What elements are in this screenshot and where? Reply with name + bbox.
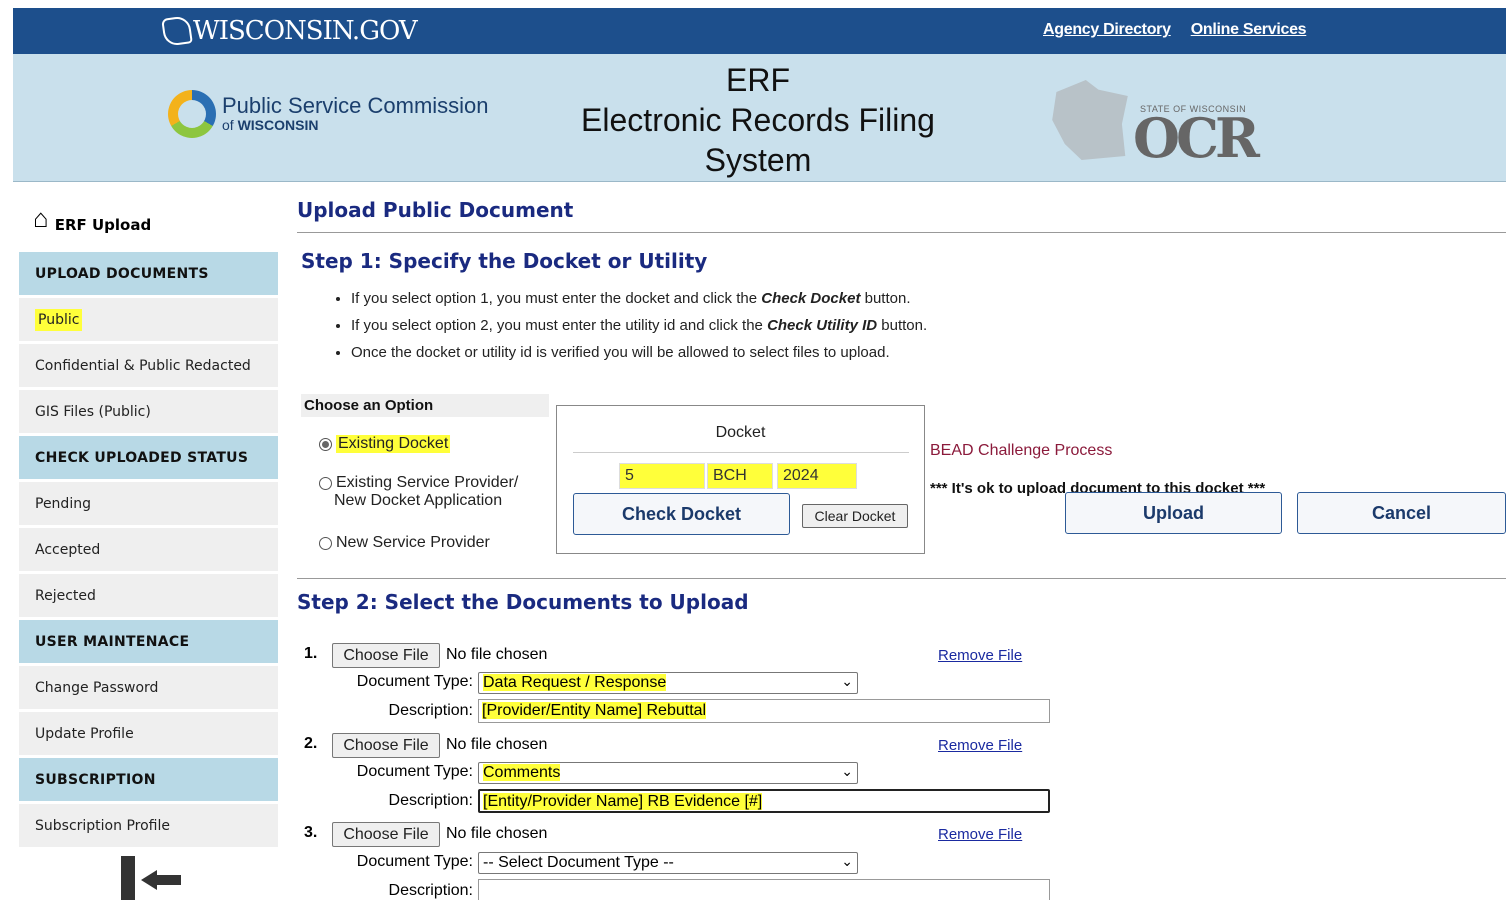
choose-file-button[interactable]: Choose File [332, 733, 440, 758]
document-type-label: Document Type: [356, 763, 473, 780]
document-type-select[interactable]: Comments ⌄ [478, 762, 858, 784]
wisconsin-state-icon [161, 15, 193, 47]
logout-button[interactable] [121, 856, 181, 900]
file-status: No file chosen [446, 736, 548, 753]
divider [297, 578, 1506, 579]
docket-label: Docket [715, 424, 766, 441]
sidebar-header-user: USER MAINTENACE [19, 620, 278, 663]
choose-file-button[interactable]: Choose File [332, 822, 440, 847]
file-number: 1. [304, 645, 318, 662]
sidebar-item-accepted[interactable]: Accepted [19, 528, 278, 571]
sidebar-header-subscription: SUBSCRIPTION [19, 758, 278, 801]
instruction-item: If you select option 1, you must enter t… [351, 290, 927, 317]
main-content: Upload Public Document Step 1: Specify t… [297, 0, 1506, 900]
radio-label: Existing Service Provider/ [336, 474, 519, 491]
description-label: Description: [388, 792, 473, 809]
instruction-item: If you select option 2, you must enter t… [351, 317, 927, 344]
sidebar-item-rejected[interactable]: Rejected [19, 574, 278, 617]
home-icon: ⌂ [33, 203, 49, 233]
sidebar-item-gis[interactable]: GIS Files (Public) [19, 390, 278, 433]
page-title: Upload Public Document [297, 198, 574, 222]
description-input[interactable]: [Provider/Entity Name] Rebuttal [478, 699, 1050, 723]
remove-file-link[interactable]: Remove File [938, 737, 1022, 754]
home-label: ERF Upload [54, 216, 152, 234]
upload-button[interactable]: Upload [1065, 492, 1282, 534]
chevron-down-icon: ⌄ [841, 673, 853, 689]
remove-file-link[interactable]: Remove File [938, 826, 1022, 843]
description-label: Description: [388, 882, 473, 899]
file-status: No file chosen [446, 825, 548, 842]
choose-option-heading: Choose an Option [301, 394, 549, 417]
document-type-label: Document Type: [356, 673, 473, 690]
psc-of: of [222, 117, 234, 133]
clear-docket-button[interactable]: Clear Docket [802, 504, 908, 528]
description-input[interactable] [478, 879, 1050, 900]
radio-icon [319, 477, 332, 490]
divider [297, 232, 1506, 233]
psc-swirl-icon [168, 90, 216, 138]
radio-selected-icon [319, 438, 332, 451]
docket-part1-input[interactable]: 5 [619, 463, 705, 489]
sidebar-item-confidential[interactable]: Confidential & Public Redacted [19, 344, 278, 387]
sidebar-item-update-profile[interactable]: Update Profile [19, 712, 278, 755]
docket-part2-input[interactable]: BCH [707, 463, 773, 489]
radio-label-line2: New Docket Application [334, 492, 503, 509]
sidebar-header-status: CHECK UPLOADED STATUS [19, 436, 278, 479]
check-docket-button[interactable]: Check Docket [573, 493, 790, 535]
sidebar-item-change-password[interactable]: Change Password [19, 666, 278, 709]
logout-icon [121, 856, 135, 900]
step2-title: Step 2: Select the Documents to Upload [297, 590, 749, 614]
file-status: No file chosen [446, 646, 548, 663]
radio-label: Existing Docket [336, 435, 451, 453]
sidebar-item-subscription-profile[interactable]: Subscription Profile [19, 804, 278, 847]
docket-part3-input[interactable]: 2024 [777, 463, 857, 489]
instructions-list: If you select option 1, you must enter t… [351, 290, 927, 371]
docket-name: BEAD Challenge Process [930, 442, 1113, 459]
radio-new-provider[interactable]: New Service Provider [319, 534, 490, 552]
sidebar-item-label: Public [35, 309, 83, 331]
description-label: Description: [388, 702, 473, 719]
step1-title: Step 1: Specify the Docket or Utility [301, 249, 708, 273]
sidebar-item-public[interactable]: Public [19, 298, 278, 341]
radio-existing-provider[interactable]: Existing Service Provider/ New Docket Ap… [319, 474, 518, 510]
chevron-down-icon: ⌄ [841, 763, 853, 779]
cancel-button[interactable]: Cancel [1297, 492, 1506, 534]
instruction-item: Once the docket or utility id is verifie… [351, 344, 927, 371]
docket-panel: Docket 5 BCH 2024 Check Docket Clear Doc… [556, 405, 925, 554]
chevron-down-icon: ⌄ [841, 853, 853, 869]
home-link[interactable]: ⌂ ERF Upload [33, 203, 151, 234]
remove-file-link[interactable]: Remove File [938, 647, 1022, 664]
sidebar-item-pending[interactable]: Pending [19, 482, 278, 525]
sidebar: UPLOAD DOCUMENTS Public Confidential & P… [19, 252, 278, 850]
document-type-label: Document Type: [356, 853, 473, 870]
sidebar-header-upload: UPLOAD DOCUMENTS [19, 252, 278, 295]
document-type-select[interactable]: -- Select Document Type -- ⌄ [478, 852, 858, 874]
choose-file-button[interactable]: Choose File [332, 643, 440, 668]
radio-existing-docket[interactable]: Existing Docket [319, 435, 451, 453]
file-number: 2. [304, 735, 318, 752]
radio-icon [319, 537, 332, 550]
document-type-select[interactable]: Data Request / Response ⌄ [478, 672, 858, 694]
file-number: 3. [304, 824, 318, 841]
radio-label: New Service Provider [336, 534, 490, 551]
description-input[interactable]: [Entity/Provider Name] RB Evidence [#] [478, 789, 1050, 813]
